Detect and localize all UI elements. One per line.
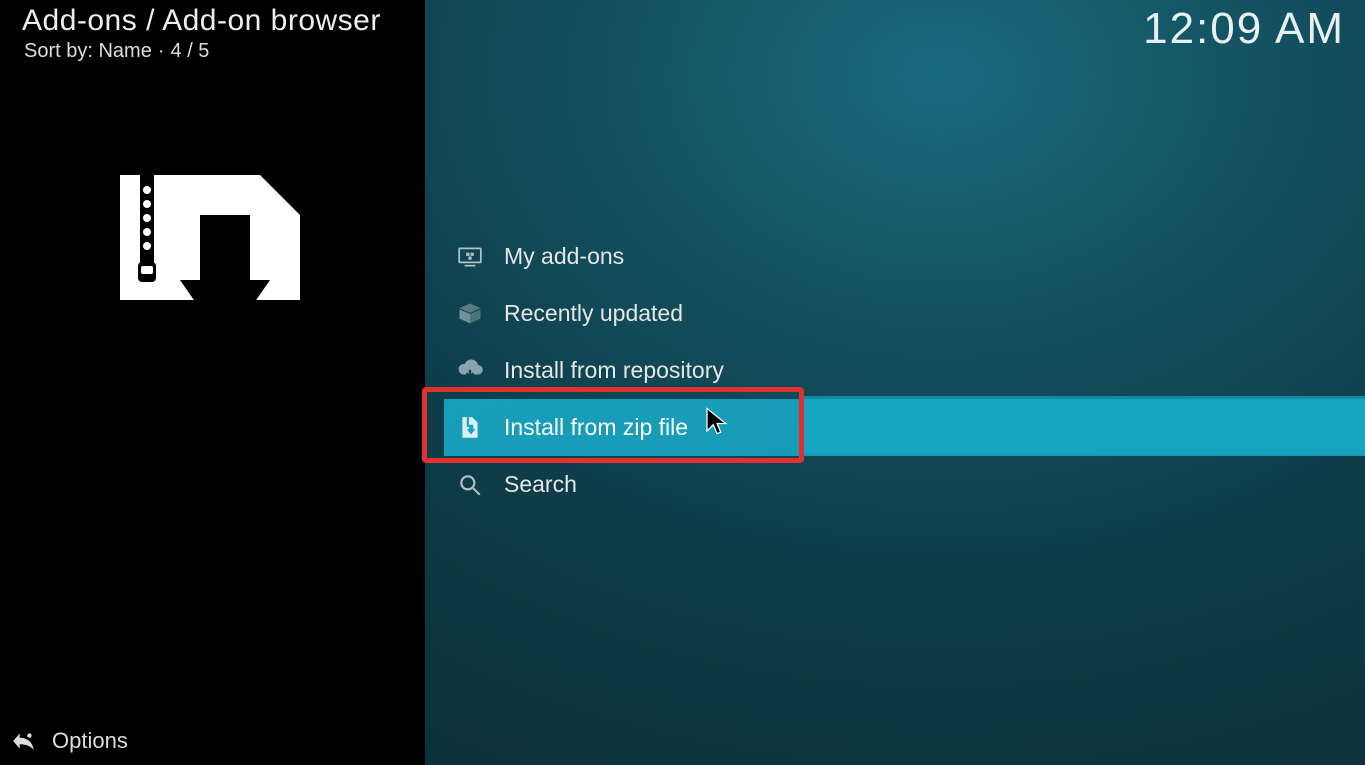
menu-item-label: Recently updated xyxy=(504,300,683,327)
options-icon xyxy=(10,727,38,755)
clock: 12:09 AM xyxy=(1143,4,1345,54)
sort-value: Name xyxy=(98,40,151,62)
menu-item-my-addons[interactable]: My add-ons xyxy=(444,228,1365,285)
menu-list: My add-ons Recently updated Install from… xyxy=(444,228,1365,513)
menu-item-search[interactable]: Search xyxy=(444,456,1365,513)
monitor-addons-icon xyxy=(448,235,492,279)
menu-item-label: Install from repository xyxy=(504,357,724,384)
footer-options[interactable]: Options xyxy=(10,727,128,755)
menu-item-install-repository[interactable]: Install from repository xyxy=(444,342,1365,399)
menu-item-label: Search xyxy=(504,471,577,498)
zip-file-icon xyxy=(448,406,492,450)
separator-dot: · xyxy=(152,40,171,62)
search-icon xyxy=(448,463,492,507)
sort-line: Sort by: Name·4 / 5 xyxy=(24,40,209,63)
install-download-icon xyxy=(110,170,310,350)
list-position: 4 / 5 xyxy=(171,40,210,62)
menu-item-label: My add-ons xyxy=(504,243,624,270)
sidebar: Add-ons / Add-on browser Sort by: Name·4… xyxy=(0,0,425,765)
menu-item-recently-updated[interactable]: Recently updated xyxy=(444,285,1365,342)
options-label: Options xyxy=(52,728,128,754)
app-root: Add-ons / Add-on browser Sort by: Name·4… xyxy=(0,0,1365,765)
menu-item-install-zip[interactable]: Install from zip file xyxy=(444,399,1365,456)
sort-prefix: Sort by: xyxy=(24,40,98,62)
open-box-icon xyxy=(448,292,492,336)
menu-item-label: Install from zip file xyxy=(504,414,688,441)
cloud-download-icon xyxy=(448,349,492,393)
breadcrumb: Add-ons / Add-on browser xyxy=(22,4,381,38)
